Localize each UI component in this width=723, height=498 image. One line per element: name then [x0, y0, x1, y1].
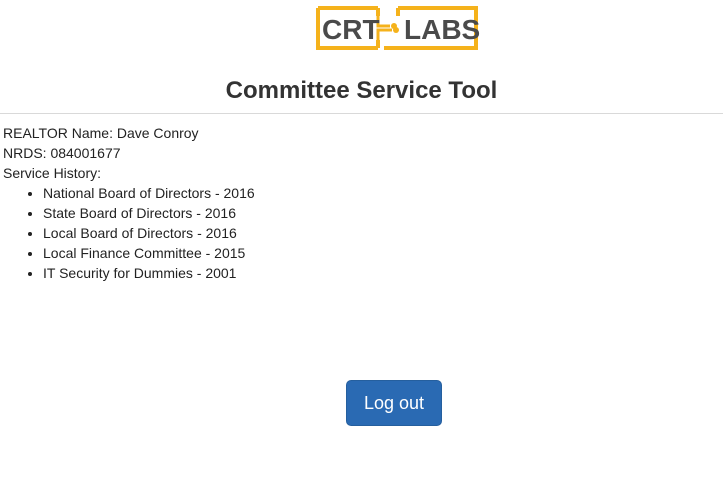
realtor-name: REALTOR Name: Dave Conroy — [3, 125, 199, 141]
crt-labs-logo-graphic: CRT LABS — [316, 6, 480, 50]
service-history-heading: Service History: — [3, 165, 102, 181]
profile-section: REALTOR Name: Dave Conroy NRDS: 08400167… — [3, 123, 255, 283]
service-history-list: National Board of Directors - 2016 State… — [3, 183, 255, 283]
list-item: IT Security for Dummies - 2001 — [43, 263, 255, 283]
list-item: Local Finance Committee - 2015 — [43, 243, 255, 263]
nrds-number: NRDS: 084001677 — [3, 145, 121, 161]
page-title: Committee Service Tool — [225, 77, 498, 104]
list-item: State Board of Directors - 2016 — [43, 203, 255, 223]
header-divider — [0, 113, 723, 114]
logo-left-text: CRT — [322, 14, 380, 45]
list-item: Local Board of Directors - 2016 — [43, 223, 255, 243]
list-item: National Board of Directors - 2016 — [43, 183, 255, 203]
crt-labs-logo: CRT LABS — [314, 4, 480, 52]
logout-button[interactable]: Log out — [346, 380, 442, 426]
logo-right-text: LABS — [404, 14, 480, 45]
